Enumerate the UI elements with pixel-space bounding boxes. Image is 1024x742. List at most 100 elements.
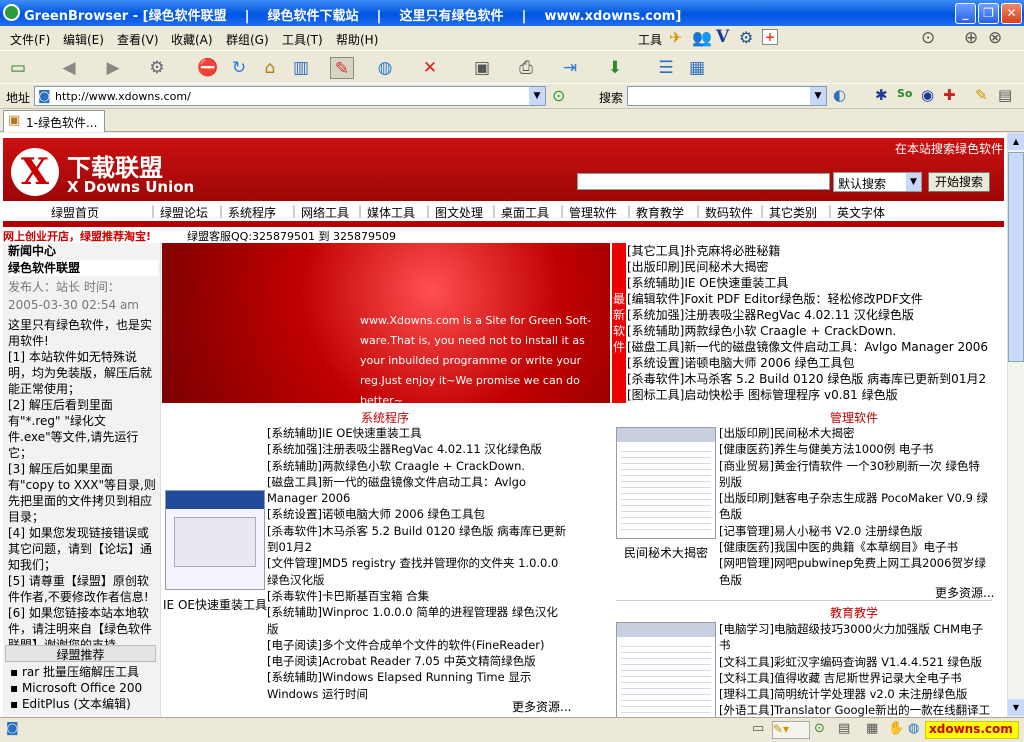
latest-item[interactable]: [编辑软件]Foxit PDF Editor绿色版：轻松修改PDF文件 (627, 291, 1007, 307)
status-globe-icon[interactable]: ◍ (908, 721, 919, 739)
sys-more-link[interactable]: 更多资源... (512, 698, 571, 715)
scroll-thumb[interactable] (1008, 152, 1024, 362)
sys-item[interactable]: [电子阅读]多个文件合成单个文件的软件(FineReader) (267, 637, 567, 653)
sys-item[interactable]: [系统加强]注册表吸尘器RegVac 4.02.11 汉化绿色版 (267, 441, 567, 457)
status-hand-icon[interactable]: ✋ (888, 721, 904, 739)
nav-item-1[interactable]: 绿盟论坛 (160, 204, 208, 221)
edu-item[interactable]: [理科工具]简明统计学处理器 v2.0 未注册绿色版 (719, 686, 991, 702)
stop-icon[interactable]: ⛔ (196, 57, 220, 79)
favorites-icon[interactable]: ▥ (289, 57, 313, 79)
latest-item[interactable]: [图标工具]启动快松手 图标管理程序 v0.81 绿色版 (627, 387, 1007, 403)
status-paint-icon[interactable]: ✎▾ (772, 721, 810, 739)
nav-item-3[interactable]: 网络工具 (301, 204, 349, 221)
edu-item[interactable]: [文科工具]彩虹汉字编码查询器 V1.4.4.521 绿色版 (719, 654, 991, 670)
rec-item[interactable]: ▪ Microsoft Office 200 (8, 680, 158, 696)
news-paragraph[interactable]: [1] 本站软件如无特殊说明，均为免装版，解压后就能正常使用； (8, 349, 158, 397)
edu-item[interactable]: [文科工具]值得收藏 吉尼斯世界记录大全电子书 (719, 670, 991, 686)
menu-edit[interactable]: 编辑(E) (63, 31, 104, 48)
nav-item-6[interactable]: 桌面工具 (501, 204, 549, 221)
menu-group[interactable]: 群组(G) (226, 31, 269, 48)
tab-1[interactable]: ▣ 1-绿色软件... (3, 110, 105, 132)
sys-thumbnail[interactable] (165, 490, 265, 590)
forward-icon[interactable]: ▶ (101, 57, 125, 79)
globe-icon[interactable]: ◍ (373, 57, 397, 79)
status-grid-icon[interactable]: ▦ (866, 721, 878, 739)
mgmt-item[interactable]: [记事管理]易人小秘书 V2.0 注册绿色版 (719, 523, 991, 539)
paint-icon[interactable]: ✎ (330, 57, 354, 79)
mgmt-thumb-caption[interactable]: 民间秘术大揭密 (614, 544, 718, 561)
settings-icon[interactable]: ⚙ (739, 28, 753, 47)
section-title-management[interactable]: 管理软件 (718, 409, 990, 426)
broom-icon[interactable]: ✈ (669, 28, 682, 47)
status-go-icon[interactable]: ⊙ (814, 721, 825, 739)
import-icon[interactable]: ⇥ (558, 57, 582, 79)
minimize-button[interactable]: _ (955, 3, 976, 24)
v-icon[interactable]: V (716, 27, 729, 47)
address-input[interactable]: ◙ http://www.xdowns.com/ ▼ (34, 86, 546, 106)
news-paragraph[interactable]: [5] 请尊重【绿盟】原创软件作者,不要修改作者信息! (8, 573, 158, 605)
site-search-button[interactable]: 开始搜索 (928, 172, 990, 192)
latest-item[interactable]: [磁盘工具]新一代的磁盘镜像文件启动工具：Avlgo Manager 2006 (627, 339, 1007, 355)
latest-item[interactable]: [系统加强]注册表吸尘器RegVac 4.02.11 汉化绿色版 (627, 307, 1007, 323)
search-input[interactable]: ▼ (627, 86, 827, 106)
go-icon[interactable]: ⊙ (552, 86, 565, 105)
nav-item-9[interactable]: 数码软件 (705, 204, 753, 221)
vertical-scrollbar[interactable]: ▲ ▼ (1007, 133, 1024, 717)
window-icon[interactable]: ▣ (470, 57, 494, 79)
sys-item[interactable]: [磁盘工具]新一代的磁盘镜像文件启动工具：Avlgo Manager 2006 (267, 474, 567, 507)
close-tab-icon[interactable]: ⊗ (988, 28, 1002, 48)
scroll-down-icon[interactable]: ▼ (1008, 699, 1024, 716)
filter-icon[interactable]: ▤ (998, 86, 1012, 104)
sys-item[interactable]: [杀毒软件]木马杀客 5.2 Build 0120 绿色版 病毒库已更新到01月… (267, 523, 567, 556)
home-icon[interactable]: ⌂ (258, 57, 282, 79)
nav-item-5[interactable]: 图文处理 (435, 204, 483, 221)
site-logo[interactable]: X (11, 148, 59, 196)
chevron-down-icon[interactable]: ▼ (810, 87, 826, 105)
status-window-icon[interactable]: ▭ (752, 721, 764, 739)
options-icon[interactable]: ⊙ (921, 28, 935, 48)
so-icon[interactable]: So (897, 87, 912, 100)
latest-item[interactable]: [系统辅助]IE OE快速重装工具 (627, 275, 1007, 291)
news-paragraph[interactable]: [2] 解压后看到里面有"*.reg" "绿化文件.exe"等文件,请先运行它； (8, 397, 158, 461)
status-list-icon[interactable]: ▤ (838, 721, 850, 739)
sys-item[interactable]: [系统辅助]Winproc 1.0.0.0 简单的进程管理器 绿色汉化版 (267, 604, 567, 637)
gift-icon[interactable]: ✚ (943, 86, 956, 104)
restore-button[interactable]: ❐ (978, 3, 999, 24)
mgmt-thumbnail[interactable] (616, 427, 716, 539)
status-site-badge[interactable]: xdowns.com (925, 721, 1019, 739)
close-all-icon[interactable]: ✕ (418, 57, 442, 79)
sys-item[interactable]: [系统设置]诺顿电脑大师 2006 绿色工具包 (267, 506, 567, 522)
sys-item[interactable]: [文件管理]MD5 registry 查找并管理你的文件夹 1.0.0.0绿色汉… (267, 555, 567, 588)
add-icon[interactable]: + (762, 29, 778, 45)
back-icon[interactable]: ◀ (57, 57, 81, 79)
latest-item[interactable]: [系统辅助]两款绿色小软 Craagle + CrackDown. (627, 323, 1007, 339)
highlight-icon[interactable]: ✎ (975, 86, 988, 104)
rec-item[interactable]: ▪ rar 批量压缩解压工具 (8, 664, 158, 680)
sys-item[interactable]: [系统辅助]IE OE快速重装工具 (267, 425, 567, 441)
new-window-icon[interactable]: ▭ (6, 57, 30, 79)
refresh-icon[interactable]: ↻ (227, 57, 251, 79)
rec-item[interactable]: ▪ EditPlus (文本编辑) (8, 696, 158, 712)
news-subtitle[interactable]: 绿色软件联盟 (8, 260, 158, 276)
mgmt-item[interactable]: [出版印刷]魅客电子杂志生成器 PocoMaker V0.9 绿色版 (719, 490, 991, 523)
promo-link[interactable]: 网上创业开店，绿盟推荐淘宝! (3, 228, 151, 244)
sys-item[interactable]: [系统辅助]两款绿色小软 Craagle + CrackDown. (267, 458, 567, 474)
latest-item[interactable]: [杀毒软件]木马杀客 5.2 Build 0120 绿色版 病毒库已更新到01月… (627, 371, 1007, 387)
users-icon[interactable]: 👥 (692, 28, 712, 47)
edu-item[interactable]: [电脑学习]电脑超级技巧3000火力加强版 CHM电子书 (719, 621, 991, 654)
mgmt-more-link[interactable]: 更多资源... (935, 584, 994, 601)
latest-item[interactable]: [系统设置]诺顿电脑大师 2006 绿色工具包 (627, 355, 1007, 371)
nav-item-10[interactable]: 其它类别 (769, 204, 817, 221)
sys-item[interactable]: [电子阅读]Acrobat Reader 7.05 中英文精简绿色版 (267, 653, 567, 669)
chevron-down-icon[interactable]: ▼ (529, 87, 545, 105)
mgmt-item[interactable]: [健康医药]养生与健美方法1000例 电子书 (719, 441, 991, 457)
search-engine-icon[interactable]: ◐ (833, 86, 846, 104)
edu-item[interactable]: [外语工具]Translator Google新出的一款在线翻译工 (719, 702, 991, 717)
menu-tools[interactable]: 工具(T) (282, 31, 323, 48)
paw-icon[interactable]: ✱ (875, 86, 888, 104)
news-paragraph[interactable]: [4] 如果您发现链接错误或其它问题，请到【论坛】通知我们； (8, 525, 158, 573)
close-button[interactable]: ✕ (1001, 3, 1022, 24)
download-icon[interactable]: ⬇ (603, 57, 627, 79)
news-paragraph[interactable]: [3] 解压后如果里面有"copy to XXX"等目录,则先把里面的文件拷贝到… (8, 461, 158, 525)
new-tab-icon[interactable]: ⊕ (964, 28, 978, 48)
